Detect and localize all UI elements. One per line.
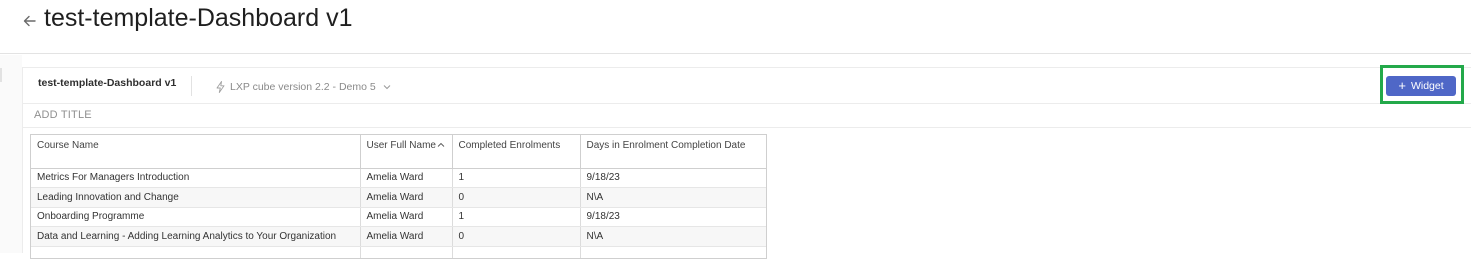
table-row[interactable]: Metrics For Managers Introduction Amelia…: [31, 168, 766, 188]
plus-icon: +: [1398, 78, 1406, 93]
add-widget-button[interactable]: + Widget: [1386, 76, 1456, 96]
column-header-label: Course Name: [37, 140, 99, 151]
table-cell: 9/18/23: [580, 207, 766, 227]
table-header-row: Course Name User Full Name Completed Enr…: [31, 135, 766, 169]
sort-ascending-icon[interactable]: [437, 142, 445, 148]
add-title-field[interactable]: ADD TITLE: [34, 109, 92, 121]
table-cell: 0: [452, 226, 581, 247]
gutter-marker: [0, 68, 2, 82]
table-cell: Amelia Ward: [360, 187, 453, 208]
chevron-down-icon: [383, 85, 391, 90]
overflow-menu-icon[interactable]: ⋮: [1467, 81, 1471, 92]
title-divider: [23, 127, 1471, 128]
table-cell: 1: [452, 168, 581, 188]
cube-selector[interactable]: LXP cube version 2.2 - Demo 5: [216, 79, 391, 95]
table-cell: 1: [452, 207, 581, 227]
left-gutter: [0, 55, 22, 253]
table-cell: Amelia Ward: [360, 168, 453, 188]
column-header-label: User Full Name: [366, 140, 436, 151]
table-cell: Onboarding Programme: [31, 207, 361, 227]
table-row[interactable]: Data and Learning - Adding Learning Anal…: [31, 226, 766, 247]
dashboard-name: test-template-Dashboard v1: [38, 77, 177, 89]
column-header-completed-enrolments[interactable]: Completed Enrolments: [452, 135, 581, 169]
table-cell: N\A: [580, 187, 766, 208]
table-cell: 9/18/23: [580, 168, 766, 188]
table-cell: Amelia Ward: [360, 207, 453, 227]
table-cell: 0: [452, 187, 581, 208]
column-header-user-full-name[interactable]: User Full Name: [360, 135, 453, 169]
data-table: Course Name User Full Name Completed Enr…: [31, 135, 766, 258]
table-cell: Leading Innovation and Change: [31, 187, 361, 208]
toolbar-divider: [191, 76, 192, 96]
column-header-label: Completed Enrolments: [458, 140, 561, 151]
dashboard-toolbar: test-template-Dashboard v1 LXP cube vers…: [23, 65, 1471, 104]
lightning-bolt-icon: [216, 81, 225, 93]
table-cell: N\A: [580, 226, 766, 247]
dashboard-panel: test-template-Dashboard v1 LXP cube vers…: [22, 65, 1471, 259]
table-row[interactable]: Onboarding Programme Amelia Ward 1 9/18/…: [31, 207, 766, 227]
pivot-table-widget: Course Name User Full Name Completed Enr…: [30, 134, 767, 259]
table-cell: Amelia Ward: [360, 226, 453, 247]
arrow-left-icon[interactable]: [22, 12, 38, 30]
page-title: test-template-Dashboard v1: [44, 4, 353, 32]
table-row[interactable]: Leading Innovation and Change Amelia War…: [31, 187, 766, 208]
table-cell: Metrics For Managers Introduction: [31, 168, 361, 188]
column-header-days-in-enrolment[interactable]: Days in Enrolment Completion Date: [580, 135, 766, 169]
column-header-course-name[interactable]: Course Name: [31, 135, 361, 169]
add-widget-label: Widget: [1410, 80, 1444, 92]
page-header: test-template-Dashboard v1: [0, 0, 1471, 54]
column-header-label: Days in Enrolment Completion Date: [586, 140, 746, 151]
cube-selector-label: LXP cube version 2.2 - Demo 5: [230, 81, 376, 93]
table-cell: Data and Learning - Adding Learning Anal…: [31, 226, 361, 247]
